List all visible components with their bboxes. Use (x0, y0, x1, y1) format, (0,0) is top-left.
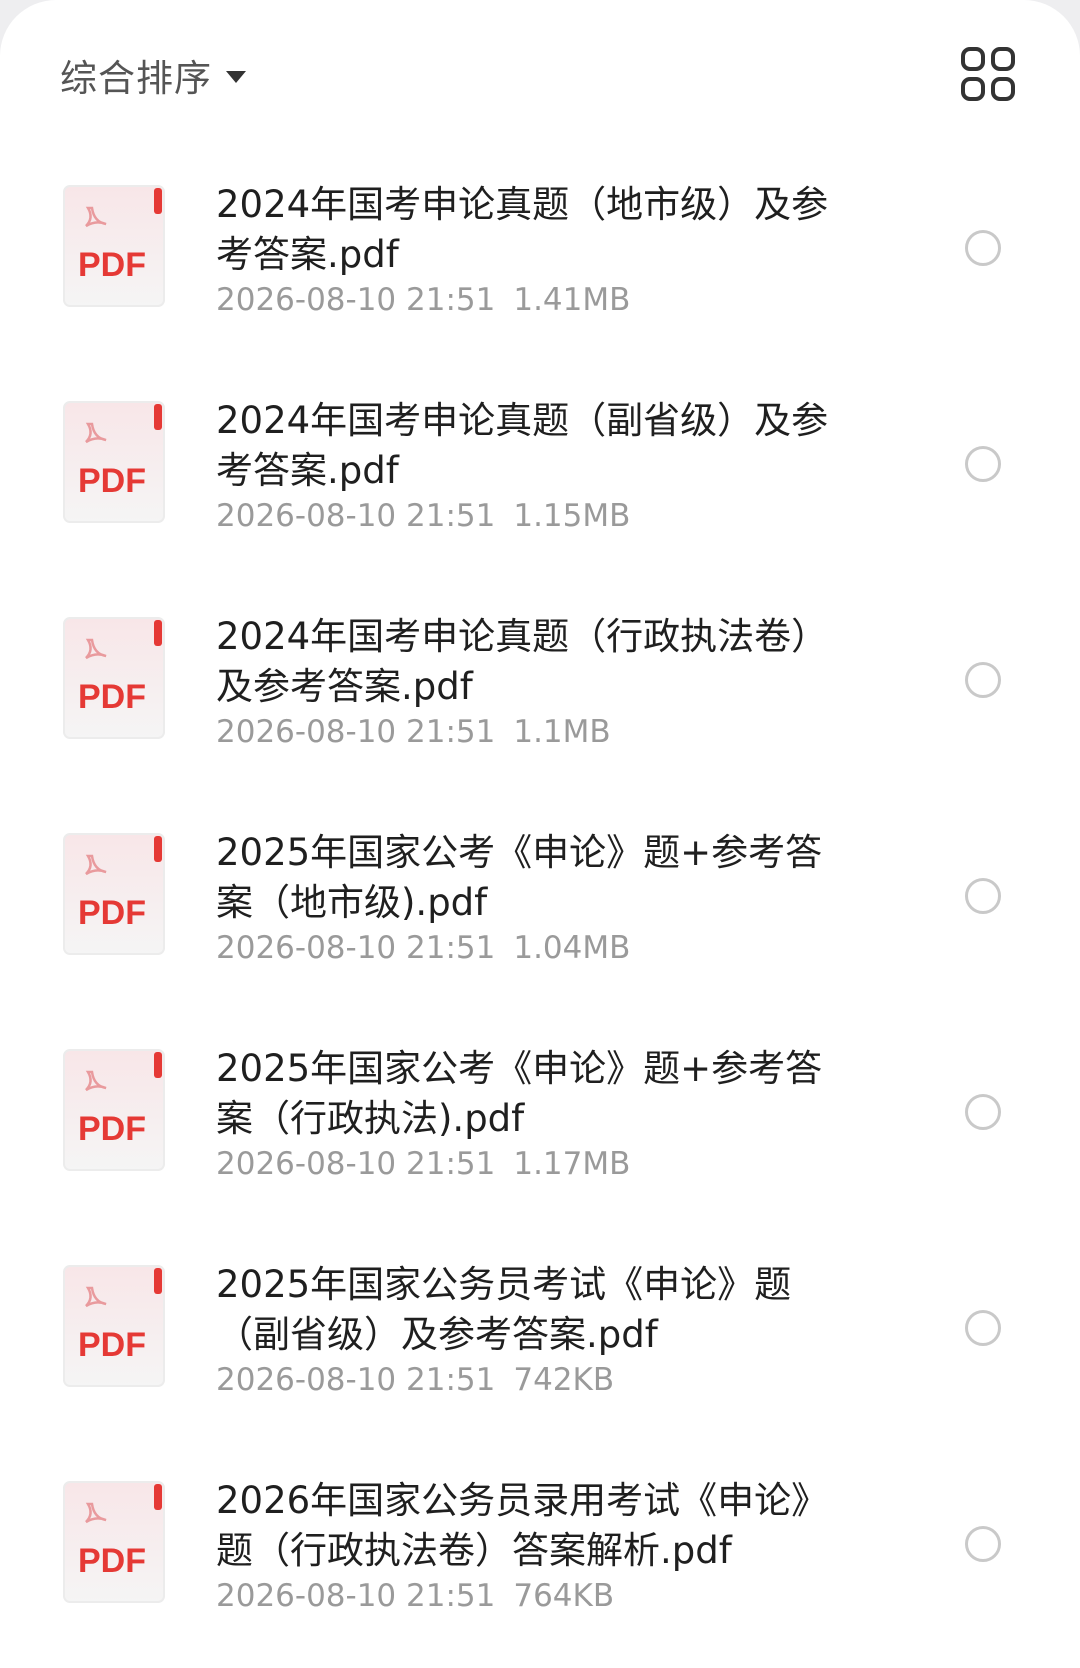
pdf-file-icon: PDF (62, 1478, 170, 1606)
file-list-item[interactable]: PDF 2024年国考申论真题（副省级）及参考答案.pdf 2026-08-10… (0, 376, 1080, 592)
pdf-file-icon: PDF (62, 1046, 170, 1174)
file-size: 764KB (513, 1578, 615, 1614)
select-radio[interactable] (965, 230, 1001, 266)
file-size: 1.1MB (513, 714, 611, 750)
file-meta: 2026-08-10 21:51 764KB (216, 1576, 856, 1616)
file-meta: 2026-08-10 21:51 742KB (216, 1360, 856, 1400)
file-list-item[interactable]: PDF 2025年国家公务员考试《申论》题（副省级）及参考答案.pdf 2026… (0, 1240, 1080, 1456)
svg-text:PDF: PDF (78, 246, 146, 284)
file-list-item[interactable]: PDF 2025年国家公考《申论》题+参考答案（行政执法).pdf 2026-0… (0, 1024, 1080, 1240)
file-list-item[interactable]: PDF 2024年国考申论真题（行政执法卷）及参考答案.pdf 2026-08-… (0, 592, 1080, 808)
file-meta: 2026-08-10 21:51 1.04MB (216, 928, 856, 968)
svg-text:PDF: PDF (78, 678, 146, 716)
select-radio[interactable] (965, 446, 1001, 482)
select-radio[interactable] (965, 662, 1001, 698)
grid-view-icon[interactable] (960, 46, 1016, 102)
file-name: 2024年国考申论真题（副省级）及参考答案.pdf (216, 399, 829, 492)
select-radio[interactable] (965, 1094, 1001, 1130)
caret-down-icon (226, 71, 246, 83)
svg-text:PDF: PDF (78, 462, 146, 500)
file-name: 2024年国考申论真题（行政执法卷）及参考答案.pdf (216, 615, 829, 708)
pdf-file-icon: PDF (62, 1262, 170, 1390)
file-list-item[interactable]: PDF 2025年国家公考《申论》题+参考答案（地市级).pdf 2026-08… (0, 808, 1080, 1024)
file-list-item[interactable]: PDF 2026年国家公务员录用考试《申论》题（行政执法卷）答案解析.pdf 2… (0, 1456, 1080, 1668)
select-radio[interactable] (965, 878, 1001, 914)
file-name: 2025年国家公考《申论》题+参考答案（地市级).pdf (216, 831, 823, 924)
file-date: 2026-08-10 21:51 (216, 1146, 496, 1182)
file-size: 1.15MB (513, 498, 631, 534)
file-meta: 2026-08-10 21:51 1.17MB (216, 1144, 856, 1184)
file-size: 1.41MB (513, 282, 631, 318)
pdf-file-icon: PDF (62, 614, 170, 742)
file-date: 2026-08-10 21:51 (216, 1362, 496, 1398)
file-date: 2026-08-10 21:51 (216, 282, 496, 318)
svg-text:PDF: PDF (78, 894, 146, 932)
pdf-file-icon: PDF (62, 830, 170, 958)
file-date: 2026-08-10 21:51 (216, 714, 496, 750)
sort-dropdown-button[interactable]: 综合排序 (60, 50, 246, 100)
file-date: 2026-08-10 21:51 (216, 1578, 496, 1614)
file-size: 742KB (513, 1362, 615, 1398)
file-meta: 2026-08-10 21:51 1.41MB (216, 280, 856, 320)
file-name: 2024年国考申论真题（地市级）及参考答案.pdf (216, 183, 829, 276)
select-radio[interactable] (965, 1310, 1001, 1346)
svg-text:PDF: PDF (78, 1110, 146, 1148)
pdf-file-icon: PDF (62, 182, 170, 310)
toolbar: 综合排序 (0, 0, 1080, 150)
file-name: 2025年国家公务员考试《申论》题（副省级）及参考答案.pdf (216, 1263, 792, 1356)
file-size: 1.17MB (513, 1146, 631, 1182)
pdf-file-icon: PDF (62, 398, 170, 526)
select-radio[interactable] (965, 1526, 1001, 1562)
file-name: 2025年国家公考《申论》题+参考答案（行政执法).pdf (216, 1047, 823, 1140)
file-date: 2026-08-10 21:51 (216, 498, 496, 534)
file-meta: 2026-08-10 21:51 1.1MB (216, 712, 856, 752)
file-name: 2026年国家公务员录用考试《申论》题（行政执法卷）答案解析.pdf (216, 1479, 829, 1572)
svg-text:PDF: PDF (78, 1542, 146, 1580)
file-list-sheet: 综合排序 PDF 2024年国考申论真题（地市级）及参考答案.pdf 2026-… (0, 0, 1080, 1668)
file-list-item[interactable]: PDF 2024年国考申论真题（地市级）及参考答案.pdf 2026-08-10… (0, 160, 1080, 376)
file-size: 1.04MB (513, 930, 631, 966)
svg-text:PDF: PDF (78, 1326, 146, 1364)
file-meta: 2026-08-10 21:51 1.15MB (216, 496, 856, 536)
file-date: 2026-08-10 21:51 (216, 930, 496, 966)
sort-label: 综合排序 (60, 57, 212, 100)
